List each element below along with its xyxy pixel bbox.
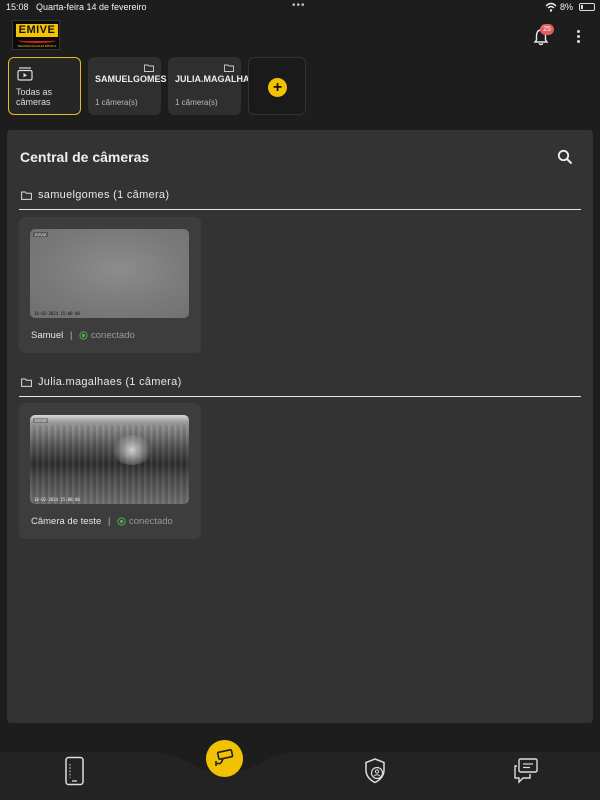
cctv-camera-icon [215,749,234,766]
status-date: Quarta-feira 14 de fevereiro [36,2,147,12]
status-time: 15:08 [6,2,29,12]
filter-all-label: Todas as câmeras [16,87,53,107]
group-header-julia-magalhaes[interactable]: Julia.magalhaes (1 câmera) [19,375,581,397]
filter-all-cameras[interactable]: Todas as câmeras [8,57,81,115]
folder-icon [21,191,32,200]
camera-brand-watermark: EZVIZ [33,232,49,237]
filter-group-title: SAMUELGOMES [95,74,167,84]
search-icon[interactable] [557,149,573,165]
camera-thumbnail[interactable]: EZVIZ 14-02-2024 15:08:00 [30,415,189,504]
emive-logo: EMIVE SEGURANÇA ELETRÔNICA [12,20,60,50]
logo-subtitle: SEGURANÇA ELETRÔNICA [17,44,57,48]
camera-name: Samuel [31,330,64,341]
camera-status: conectado [129,516,173,527]
battery-icon [579,3,595,11]
folder-icon [224,64,234,72]
separator: | [108,516,111,526]
group-label: samuelgomes (1 câmera) [38,189,170,201]
logo-text: EMIVE [16,24,58,37]
thumbnail-light [112,435,152,465]
camera-status: conectado [91,330,135,341]
separator: | [70,330,73,340]
folder-icon [144,64,154,72]
camera-list-icon [17,67,33,81]
shield-user-icon[interactable] [362,756,388,786]
nav-cameras-button[interactable] [206,740,243,777]
thumbnail-texture [30,425,189,504]
wifi-icon [545,2,557,12]
filter-group-julia-magalhaes[interactable]: JULIA.MAGALHAES 1 câmera(s) [168,57,262,115]
multitasking-dots-icon[interactable]: ••• [292,0,306,11]
camera-center-panel: Central de câmeras samuelgomes (1 câmera… [7,130,593,723]
more-options-icon[interactable] [572,29,584,45]
battery-percent: 8% [560,2,574,12]
notification-badge: 25 [540,24,554,35]
filter-group-count: 1 câmera(s) [175,98,218,107]
group-header-samuelgomes[interactable]: samuelgomes (1 câmera) [19,188,581,210]
page-title: Central de câmeras [20,149,150,165]
connected-status-icon [79,331,88,340]
filter-group-title: JULIA.MAGALHAES [175,74,262,84]
camera-card-camera-de-teste[interactable]: EZVIZ 14-02-2024 15:08:00 Câmera de test… [19,403,201,539]
camera-thumbnail[interactable]: EZVIZ 14-02-2024 15:08:00 [30,229,189,318]
document-phone-icon[interactable] [62,756,88,786]
group-label: Julia.magalhaes (1 câmera) [38,376,182,388]
bottom-nav-background [0,752,600,800]
status-bar: 15:08 Quarta-feira 14 de fevereiro ••• 8… [0,0,600,16]
camera-timestamp: 14-02-2024 15:08:00 [34,311,80,316]
camera-card-samuel[interactable]: EZVIZ 14-02-2024 15:08:00 Samuel | conec… [19,217,201,353]
plus-icon: + [268,78,287,97]
folder-icon [21,378,32,387]
logo-swoosh [18,38,56,43]
connected-status-icon [117,517,126,526]
filter-group-samuelgomes[interactable]: SAMUELGOMES 1 câmera(s) [88,57,167,115]
chat-icon[interactable] [513,756,539,786]
camera-brand-watermark: EZVIZ [33,418,49,423]
filter-group-count: 1 câmera(s) [95,98,138,107]
camera-timestamp: 14-02-2024 15:08:00 [34,497,80,502]
add-group-button[interactable]: + [248,57,306,115]
camera-name: Câmera de teste [31,516,102,527]
